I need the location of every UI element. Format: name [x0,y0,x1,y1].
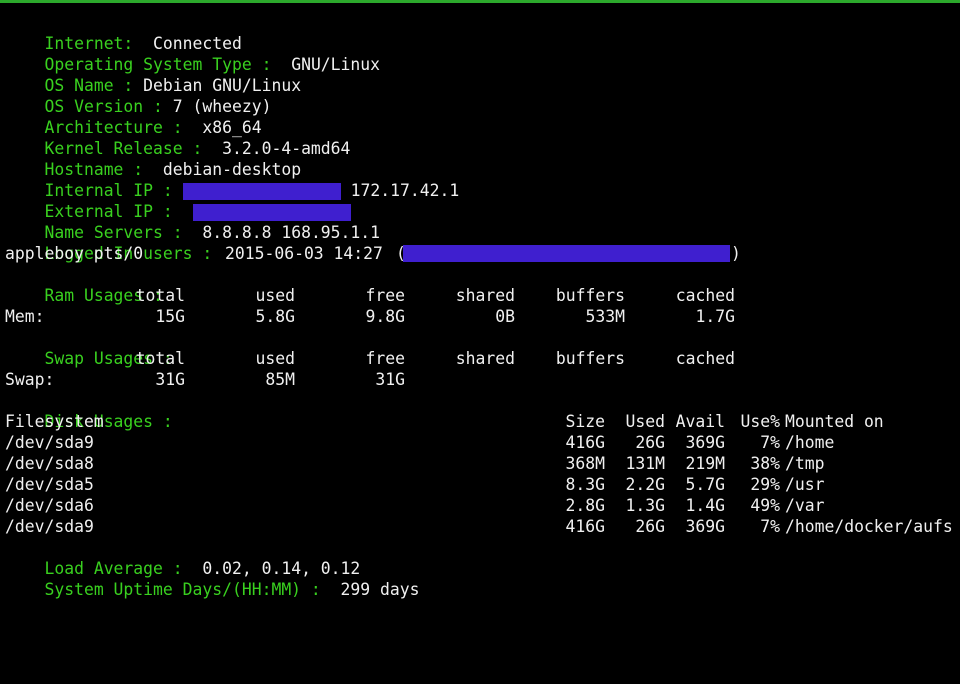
disk-avail: 219M [685,454,725,473]
swap-row: Swap: 31G 85M 31G [5,369,955,390]
disk-use-pct: 7% [760,433,780,452]
disk-used: 131M [625,454,665,473]
ram-header-total: total [135,286,185,305]
internal-ip-line: Internal IP : 172.17.42.1 [5,159,459,200]
ram-header-shared: shared [455,286,515,305]
disk-header-filesystem: Filesystem [5,412,104,431]
ram-mem-shared: 0B [495,307,515,326]
disk-use-pct: 49% [750,496,780,515]
disk-used: 26G [635,517,665,536]
disk-filesystem: /dev/sda5 [5,475,94,494]
ram-header-cached: cached [675,286,735,305]
swap-total: 31G [155,370,185,389]
logged-in-header-line: Logged In users : [5,222,212,263]
ram-usages-header-line: Ram Usages : [5,264,162,305]
disk-filesystem: /dev/sda8 [5,454,94,473]
disk-used: 2.2G [625,475,665,494]
disk-mounted-on: /home [785,433,835,452]
logged-in-user-line: appleboy pts/0 2015-06-03 14:27 ( ) [5,243,955,264]
disk-mounted-on: /usr [785,475,825,494]
disk-size: 416G [565,433,605,452]
disk-columns-line: Filesystem Size Used Avail Use% Mounted … [5,411,955,432]
external-ip-line: External IP : [5,180,351,221]
disk-header-used: Used [625,412,665,431]
swap-header-free: free [365,349,405,368]
os-type-line: Operating System Type : GNU/Linux [5,33,380,74]
disk-usages-header-line: Disk Usages : [5,390,172,431]
disk-header-avail: Avail [675,412,725,431]
swap-usages-header-line: Swap Usages : [5,327,172,368]
logged-in-time: 2015-06-03 14:27 [225,244,383,263]
disk-avail: 369G [685,433,725,452]
ram-mem-free: 9.8G [365,307,405,326]
swap-free: 31G [375,370,405,389]
disk-row: /dev/sda9 416G 26G 369G 7% /home [5,432,955,453]
os-version-line: OS Version : 7 (wheezy) [5,75,271,116]
swap-used: 85M [265,370,295,389]
disk-used: 1.3G [625,496,665,515]
disk-row: /dev/sda6 2.8G 1.3G 1.4G 49% /var [5,495,955,516]
swap-header-total: total [135,349,185,368]
disk-size: 416G [565,517,605,536]
disk-size: 8.3G [565,475,605,494]
disk-used: 26G [635,433,665,452]
ram-mem-used: 5.8G [255,307,295,326]
logged-in-user: appleboy pts/0 [5,244,144,263]
uptime-line: System Uptime Days/(HH:MM) : 299 days [5,558,419,599]
os-name-line: OS Name : Debian GNU/Linux [5,54,301,95]
ram-mem-row: Mem: 15G 5.8G 9.8G 0B 533M 1.7G [5,306,955,327]
disk-filesystem: /dev/sda6 [5,496,94,515]
disk-filesystem: /dev/sda9 [5,517,94,536]
disk-filesystem: /dev/sda9 [5,433,94,452]
name-servers-value: 8.8.8.8 168.95.1.1 [202,223,381,242]
internet-line: Internet: Connected [5,12,241,53]
disk-row: /dev/sda8 368M 131M 219M 38% /tmp [5,453,955,474]
disk-header-mounted-on: Mounted on [785,412,884,431]
disk-row: /dev/sda9 416G 26G 369G 7% /home/docker/… [5,516,955,537]
swap-header-shared: shared [455,349,515,368]
ram-columns-line: total used free shared buffers cached [5,285,955,306]
disk-avail: 5.7G [685,475,725,494]
terminal-top-border [0,0,960,3]
swap-columns-line: total used free shared buffers cached [5,348,955,369]
ram-header-free: free [365,286,405,305]
swap-header-cached: cached [675,349,735,368]
disk-use-pct: 7% [760,517,780,536]
disk-use-pct: 29% [750,475,780,494]
load-average-line: Load Average : 0.02, 0.14, 0.12 [5,537,360,578]
swap-header-used: used [255,349,295,368]
os-type-value: GNU/Linux [291,55,381,74]
ram-mem-cached: 1.7G [695,307,735,326]
disk-avail: 1.4G [685,496,725,515]
ram-mem-label: Mem: [5,307,45,326]
disk-mounted-on: /tmp [785,454,825,473]
disk-size: 2.8G [565,496,605,515]
ram-header-used: used [255,286,295,305]
disk-mounted-on: /home/docker/aufs [785,517,953,536]
disk-row: /dev/sda5 8.3G 2.2G 5.7G 29% /usr [5,474,955,495]
logged-in-host-redaction [403,245,730,262]
swap-header-buffers: buffers [555,349,625,368]
logged-in-close-paren: ) [731,244,741,263]
disk-size: 368M [565,454,605,473]
disk-header-size: Size [565,412,605,431]
hostname-line: Hostname : debian-desktop [5,138,301,179]
ram-mem-total: 15G [155,307,185,326]
internal-ip-value: 172.17.42.1 [350,181,460,200]
disk-header-use-pct: Use% [740,412,780,431]
swap-row-label: Swap: [5,370,55,389]
ram-header-buffers: buffers [555,286,625,305]
kernel-line: Kernel Release : 3.2.0-4-amd64 [5,117,350,158]
name-servers-line: Name Servers : 8.8.8.8 168.95.1.1 [5,201,380,242]
ram-mem-buffers: 533M [585,307,625,326]
disk-use-pct: 38% [750,454,780,473]
disk-mounted-on: /var [785,496,825,515]
architecture-line: Architecture : x86_64 [5,96,261,137]
disk-avail: 369G [685,517,725,536]
